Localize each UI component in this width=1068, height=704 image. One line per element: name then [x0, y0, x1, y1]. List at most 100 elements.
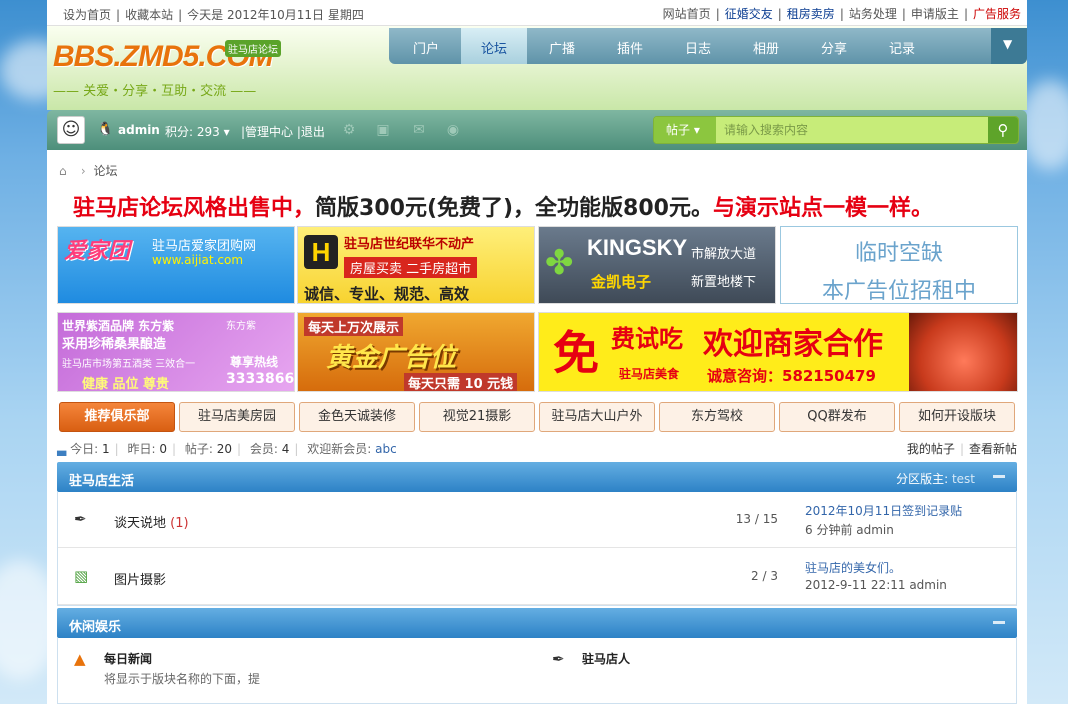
tab-club-3[interactable]: 视觉21摄影: [419, 402, 535, 432]
section-header-leisure[interactable]: 休闲娱乐: [57, 608, 1017, 638]
breadcrumb: ⌂ › 论坛: [59, 164, 118, 178]
stat-yesterday: 0: [159, 442, 167, 456]
logo-badge: 驻马店论坛: [225, 40, 281, 57]
nav-item-blog[interactable]: 日志: [685, 38, 711, 57]
ad-vacant[interactable]: 临时空缺 本广告位招租中: [780, 226, 1018, 304]
tab-club-5[interactable]: 东方驾校: [659, 402, 775, 432]
breadcrumb-current[interactable]: 论坛: [93, 164, 117, 178]
nav-item-plugins[interactable]: 插件: [617, 38, 643, 57]
message-icon[interactable]: ✉: [411, 122, 427, 138]
stat-posts: 20: [216, 442, 232, 456]
search-scope-select[interactable]: 帖子 ▾: [654, 117, 716, 143]
ad-lianhua-realestate[interactable]: H 驻马店世纪联华不动产 房屋买卖 二手房超市 诚信、专业、规范、高效: [297, 226, 535, 304]
nav-item-forum[interactable]: 论坛: [481, 38, 507, 57]
ad-merchant-coop[interactable]: 免 费试吃 驻马店美食 欢迎商家合作 诚意咨询：582150479: [538, 312, 1018, 392]
apply-moderator-link[interactable]: 申请版主: [911, 7, 959, 21]
notification-icon[interactable]: ◉: [445, 122, 461, 138]
top-bar: 设为首页 | 收藏本站 | 今天是 2012年10月11日 星期四 网站首页 | 征婚交友 |…: [47, 0, 1027, 26]
forum-counts: 2 / 3: [751, 569, 778, 583]
section-title[interactable]: 休闲娱乐: [69, 616, 121, 635]
site-header: BBS.ZMD5.COM 驻马店论坛 —— 关爱・分享・互助・交流 —— 门户 …: [47, 26, 1027, 110]
forum-name[interactable]: 图片摄影: [114, 569, 166, 588]
section-body-leisure: ▲ 每日新闻 将显示于版块名称的下面，提 ✒ 驻马店人: [57, 638, 1017, 704]
collapse-icon[interactable]: [993, 621, 1005, 624]
ad-free: 免: [553, 328, 599, 379]
ad-big: 黄金广告位: [326, 343, 457, 372]
stat-members: 4: [281, 442, 290, 456]
ad-line3: 诚信、专业、规范、高效: [304, 285, 470, 303]
site-home-link[interactable]: 网站首页: [663, 7, 711, 21]
quick-links: 我的帖子 | 查看新帖: [906, 442, 1017, 456]
search-box: 帖子 ▾ 请输入搜索内容 ⚲: [653, 116, 1019, 144]
site-affairs-link[interactable]: 站务处理: [849, 7, 897, 21]
nav-item-broadcast[interactable]: 广播: [549, 38, 575, 57]
ad-golden-slot[interactable]: 每天上万次展示 黄金广告位 每天只需 10 元钱: [297, 312, 535, 392]
cloud-decoration: [1020, 80, 1068, 170]
last-post-title[interactable]: 驻马店的美女们。: [805, 559, 901, 576]
rent-sell-link[interactable]: 租房卖房: [787, 7, 835, 21]
ad-line2: 房屋买卖 二手房超市: [344, 257, 478, 278]
credit-dropdown[interactable]: 积分: 293 ▾: [165, 123, 230, 140]
search-input[interactable]: 请输入搜索内容: [716, 117, 990, 143]
ad-line2: 采用珍稀桑果酿造: [62, 337, 167, 352]
dating-link[interactable]: 征婚交友: [725, 7, 773, 21]
forum-name[interactable]: 谈天说地 (1): [114, 512, 189, 531]
section-title[interactable]: 驻马店生活: [69, 470, 134, 489]
ad-vacant-line2: 本广告位招租中: [821, 279, 976, 304]
ad-logo: 东方紫: [226, 321, 256, 332]
stat-today: 1: [101, 442, 110, 456]
set-homepage-link[interactable]: 设为首页: [63, 8, 111, 22]
ad-bottom: 每天只需 10 元钱: [404, 373, 518, 391]
site-logo[interactable]: BBS.ZMD5.COM 驻马店论坛 —— 关爱・分享・互助・交流 ——: [53, 40, 353, 110]
main-content: ⌂ › 论坛 驻马店论坛风格出售中，简版300元(免费了)，全功能版800元。与…: [47, 150, 1027, 704]
ad-vacant-line1: 临时空缺: [854, 241, 943, 266]
nav-dropdown-button[interactable]: ▼: [991, 28, 1027, 64]
last-post-meta: 2012-9-11 22:11 admin: [805, 578, 947, 592]
ad-phone: 3333866: [226, 371, 295, 387]
forum-name[interactable]: 每日新闻: [104, 650, 152, 667]
ad-aijiatuan[interactable]: 爱家团 驻马店爱家团购网 www.aijiat.com: [57, 226, 295, 304]
picture-icon[interactable]: ▣: [375, 122, 391, 138]
ad-line1: 世界紫酒品牌 东方紫: [62, 319, 175, 333]
news-icon: ▲: [74, 650, 86, 668]
moderator-link[interactable]: test: [952, 472, 975, 486]
forum-name[interactable]: 驻马店人: [582, 650, 630, 667]
admin-logout-links[interactable]: |管理中心 |退出: [241, 123, 325, 140]
ad-logo-letter: H: [304, 235, 338, 269]
search-icon[interactable]: ⚲: [988, 117, 1018, 143]
nav-item-share[interactable]: 分享: [821, 38, 847, 57]
tab-recommended-clubs[interactable]: 推荐俱乐部: [59, 402, 175, 432]
tab-club-7[interactable]: 如何开设版块: [899, 402, 1015, 432]
stats-chart-icon: ▃: [57, 442, 67, 456]
ad-line4: 健康 品位 尊贵: [82, 377, 170, 392]
new-posts-link[interactable]: 查看新帖: [969, 442, 1017, 456]
ad-logo: ✤: [545, 243, 574, 283]
section-moderator: 分区版主: test: [896, 472, 975, 486]
newest-member-link[interactable]: abc: [375, 442, 397, 456]
section-header-life[interactable]: 驻马店生活 分区版主: test: [57, 462, 1017, 492]
bookmark-link[interactable]: 收藏本站: [125, 8, 173, 22]
last-post-title[interactable]: 2012年10月11日签到记录贴: [805, 502, 962, 519]
my-posts-link[interactable]: 我的帖子: [907, 442, 955, 456]
tab-club-1[interactable]: 驻马店美房园: [179, 402, 295, 432]
date-text: 今天是 2012年10月11日 星期四: [187, 8, 364, 22]
avatar-icon[interactable]: ☺: [57, 116, 85, 144]
ad-dongfangzi[interactable]: 世界紫酒品牌 东方紫 采用珍稀桑果酿造 驻马店市场第五酒类 三效合一 健康 品位…: [57, 312, 295, 392]
ad-kingsky[interactable]: ✤ KINGSKY 金凯电子 市解放大道 新置地楼下: [538, 226, 776, 304]
page-wrapper: 设为首页 | 收藏本站 | 今天是 2012年10月11日 星期四 网站首页 | 征婚交友 |…: [47, 0, 1027, 704]
tab-club-6[interactable]: QQ群发布: [779, 402, 895, 432]
tab-club-4[interactable]: 驻马店大山户外: [539, 402, 655, 432]
ad-service-link[interactable]: 广告服务: [973, 7, 1021, 21]
sale-banner: 驻马店论坛风格出售中，简版300元(免费了)，全功能版800元。与演示站点一模一…: [73, 190, 933, 222]
nav-item-records[interactable]: 记录: [889, 38, 915, 57]
home-icon[interactable]: ⌂: [59, 164, 73, 178]
ad-try: 费试吃: [611, 327, 683, 353]
shrimp-image: [909, 313, 1017, 391]
collapse-icon[interactable]: [993, 475, 1005, 478]
tab-club-2[interactable]: 金色天诚装修: [299, 402, 415, 432]
ad-url: www.aijiat.com: [152, 253, 244, 267]
nav-item-album[interactable]: 相册: [753, 38, 779, 57]
settings-icon[interactable]: ⚙: [341, 122, 357, 138]
username-link[interactable]: admin: [118, 123, 160, 137]
nav-item-portal[interactable]: 门户: [413, 38, 439, 57]
